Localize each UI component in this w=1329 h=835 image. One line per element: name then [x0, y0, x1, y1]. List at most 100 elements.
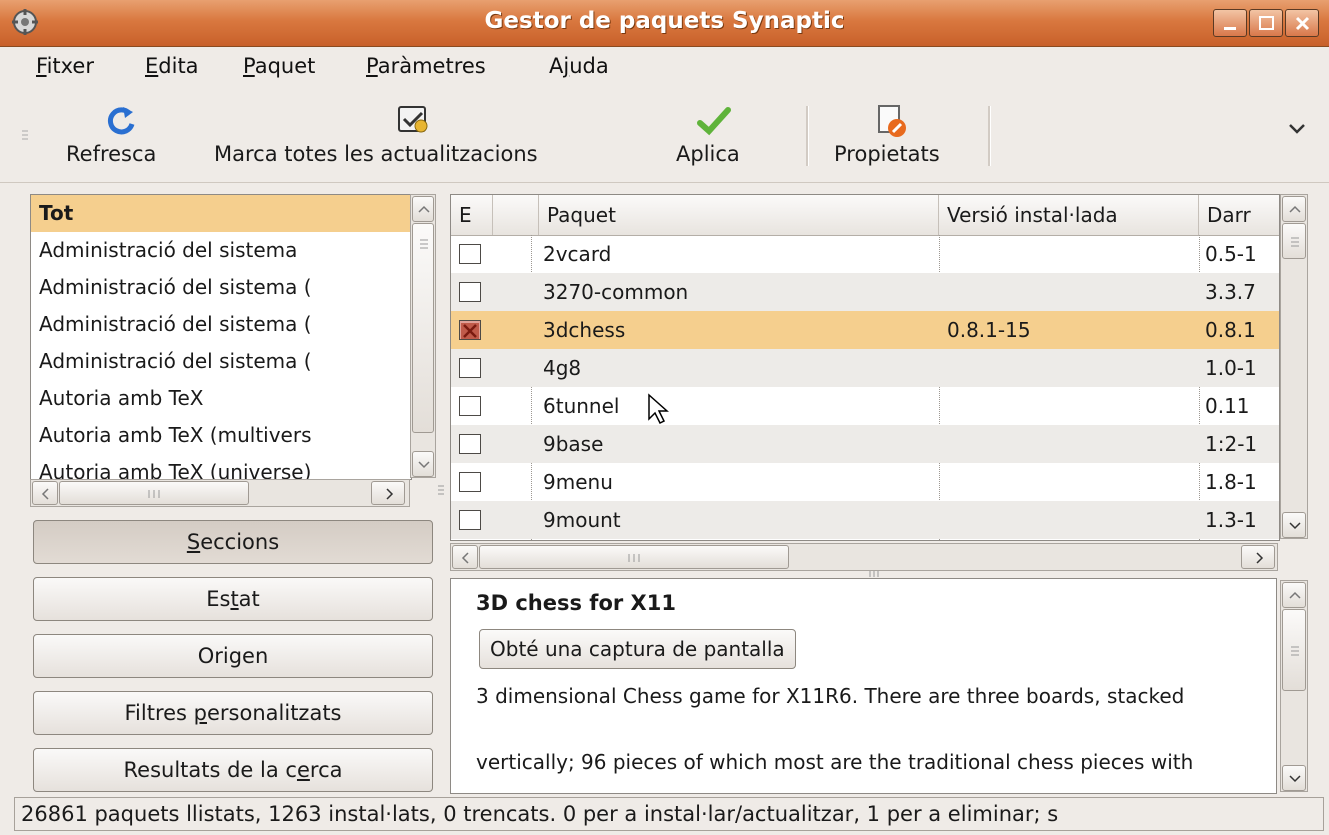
scrollbar-thumb[interactable]: [412, 223, 434, 433]
menu-edita[interactable]: Edita: [145, 54, 199, 78]
packages-vertical-scrollbar[interactable]: [1280, 194, 1308, 539]
menu-paquet[interactable]: Paquet: [243, 54, 315, 78]
scrollbar-thumb[interactable]: [1282, 609, 1306, 691]
toolbar-grip-icon[interactable]: [22, 126, 30, 144]
origin-filter-button[interactable]: Origen: [33, 634, 433, 678]
mark-all-upgrades-label: Marca totes les actualitzacions: [214, 142, 538, 166]
packages-horizontal-scrollbar[interactable]: [450, 543, 1278, 571]
chevron-down-icon: [1289, 522, 1301, 530]
table-row[interactable]: 9mount 1.3-1: [451, 501, 1279, 539]
package-table[interactable]: E Paquet Versió instal·lada Darr 2vcard …: [450, 194, 1280, 541]
status-filter-button[interactable]: Estat: [33, 577, 433, 621]
package-status-checkbox[interactable]: [459, 472, 481, 492]
package-status-checkbox[interactable]: [459, 320, 481, 340]
table-row[interactable]: 9base 1:2-1: [451, 425, 1279, 463]
grip-lines-icon: [628, 554, 640, 562]
maximize-button[interactable]: [1249, 9, 1283, 37]
scroll-up-button[interactable]: [1282, 196, 1306, 222]
sections-vertical-scrollbar[interactable]: [410, 194, 436, 478]
scroll-up-button[interactable]: [412, 196, 434, 222]
scroll-left-button[interactable]: [452, 545, 478, 569]
sections-horizontal-scrollbar[interactable]: [30, 479, 410, 507]
close-icon: [1295, 16, 1310, 31]
sections-list[interactable]: Tot Administració del sistema Administra…: [30, 194, 412, 480]
scroll-left-button[interactable]: [32, 481, 58, 505]
table-header: E Paquet Versió instal·lada Darr: [451, 195, 1279, 236]
chevron-down-icon: [418, 461, 430, 469]
refresh-label: Refresca: [66, 142, 157, 166]
list-item[interactable]: Autoria amb TeX: [31, 380, 411, 417]
column-header-support[interactable]: [493, 195, 539, 235]
scrollbar-thumb[interactable]: [1282, 223, 1306, 259]
package-status-checkbox[interactable]: [459, 358, 481, 378]
minimize-button[interactable]: [1213, 9, 1247, 37]
scroll-down-button[interactable]: [1282, 765, 1306, 791]
close-button[interactable]: [1285, 9, 1319, 37]
scrollbar-thumb[interactable]: [59, 481, 249, 505]
apply-button[interactable]: Aplica: [670, 102, 770, 176]
list-item[interactable]: Autoria amb TeX (universe): [31, 454, 411, 479]
package-status-checkbox[interactable]: [459, 282, 481, 302]
package-name: 4g8: [543, 356, 582, 380]
grip-lines-icon: [420, 239, 428, 249]
package-status-checkbox[interactable]: [459, 434, 481, 454]
refresh-button[interactable]: Refresca: [62, 102, 184, 176]
properties-button[interactable]: Propietats: [826, 102, 976, 176]
table-row[interactable]: 4g8 1.0-1: [451, 349, 1279, 387]
list-item[interactable]: Administració del sistema (: [31, 269, 411, 306]
chevron-right-icon: [1256, 552, 1264, 564]
latest-version: 3.3.7: [1205, 280, 1256, 304]
mark-upgrades-icon: [398, 106, 428, 133]
grip-lines-icon: [148, 490, 160, 498]
table-row[interactable]: 2vcard 0.5-1: [451, 235, 1279, 273]
scrollbar-thumb[interactable]: [479, 545, 789, 569]
pane-splitter-grip-icon[interactable]: [438, 484, 444, 496]
description-vertical-scrollbar[interactable]: [1280, 580, 1308, 792]
chevron-left-icon: [461, 552, 469, 564]
chevron-up-icon: [1289, 205, 1301, 213]
latest-version: 0.11: [1205, 394, 1250, 418]
window-title: Gestor de paquets Synaptic: [484, 8, 845, 34]
description-paragraph: vertically; 96 pieces of which most are …: [476, 750, 1194, 774]
package-name: 2vcard: [543, 242, 612, 266]
scroll-right-button[interactable]: [1241, 545, 1275, 569]
list-item[interactable]: Administració del sistema (: [31, 306, 411, 343]
get-screenshot-button[interactable]: Obté una captura de pantalla: [479, 629, 796, 669]
column-header-status[interactable]: E: [451, 195, 493, 235]
synaptic-window: Gestor de paquets Synaptic Fitxer Edita …: [0, 0, 1329, 835]
latest-version: 0.5-1: [1205, 242, 1257, 266]
scroll-down-button[interactable]: [412, 451, 434, 477]
sections-filter-button[interactable]: Seccions: [33, 520, 433, 564]
menu-parametres[interactable]: Paràmetres: [366, 54, 486, 78]
package-status-checkbox[interactable]: [459, 244, 481, 264]
menu-fitxer[interactable]: Fitxer: [36, 54, 94, 78]
column-header-installed-version[interactable]: Versió instal·lada: [939, 195, 1199, 235]
package-name: 3270-common: [543, 280, 689, 304]
table-row[interactable]: 3270-common 3.3.7: [451, 273, 1279, 311]
pane-splitter-grip-icon[interactable]: [868, 571, 882, 577]
search-results-button[interactable]: Resultats de la cerca: [33, 748, 433, 792]
chevron-left-icon: [41, 488, 49, 500]
table-row[interactable]: 3dchess 0.8.1-15 0.8.1: [451, 311, 1279, 349]
table-row[interactable]: 9menu 1.8-1: [451, 463, 1279, 501]
package-status-checkbox[interactable]: [459, 510, 481, 530]
list-item[interactable]: Tot: [31, 195, 411, 232]
mark-all-upgrades-button[interactable]: Marca totes les actualitzacions: [210, 102, 636, 176]
column-header-package[interactable]: Paquet: [539, 195, 939, 235]
list-item[interactable]: Autoria amb TeX (multivers: [31, 417, 411, 454]
list-item[interactable]: Administració del sistema: [31, 232, 411, 269]
custom-filters-button[interactable]: Filtres personalitzats: [33, 691, 433, 735]
scroll-up-button[interactable]: [1282, 582, 1306, 608]
chevron-up-icon: [418, 205, 430, 213]
column-header-latest-version[interactable]: Darr: [1199, 195, 1279, 235]
scroll-down-button[interactable]: [1282, 512, 1306, 538]
list-item[interactable]: Administració del sistema (: [31, 343, 411, 380]
title-bar[interactable]: Gestor de paquets Synaptic: [0, 0, 1329, 47]
package-status-checkbox[interactable]: [459, 396, 481, 416]
scroll-right-button[interactable]: [371, 481, 405, 505]
package-summary: 3D chess for X11: [476, 591, 676, 615]
apply-label: Aplica: [676, 142, 740, 166]
table-row[interactable]: 6tunnel 0.11: [451, 387, 1279, 425]
menu-ajuda[interactable]: Ajuda: [549, 54, 609, 78]
toolbar-overflow-chevron-icon[interactable]: [1285, 120, 1309, 136]
